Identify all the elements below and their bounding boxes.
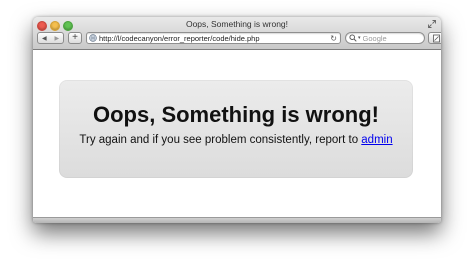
address-bar[interactable]: http://l/codecanyon/error_reporter/code/… [86, 32, 341, 44]
back-button[interactable]: ◀ [42, 35, 47, 42]
fullscreen-icon[interactable] [428, 20, 436, 28]
admin-link[interactable]: admin [361, 134, 392, 146]
error-heading: Oops, Something is wrong! [93, 102, 379, 127]
error-message-text: Try again and if you see problem consist… [79, 134, 362, 146]
status-bar [33, 217, 441, 223]
browser-toolbar: ◀ ▶ + http://l/codecanyon/error_reporter… [37, 32, 441, 46]
window-title: Oops, Something is wrong! [185, 19, 289, 29]
page-menu-button[interactable] [428, 32, 441, 44]
search-input[interactable] [362, 33, 418, 43]
browser-chrome: Oops, Something is wrong! ◀ ▶ + http://l… [33, 17, 441, 50]
page-icon [432, 34, 440, 42]
url-text[interactable]: http://l/codecanyon/error_reporter/code/… [99, 34, 330, 43]
search-dropdown-icon[interactable]: ▾ [358, 35, 361, 41]
magnifier-icon [349, 34, 357, 42]
search-field[interactable]: ▾ [345, 32, 425, 44]
forward-button[interactable]: ▶ [54, 35, 59, 42]
error-panel: Oops, Something is wrong! Try again and … [59, 80, 413, 178]
error-message: Try again and if you see problem consist… [59, 134, 413, 146]
page-content: Oops, Something is wrong! Try again and … [33, 50, 441, 218]
reload-icon[interactable]: ↻ [330, 34, 337, 43]
add-bookmark-button[interactable]: + [68, 32, 82, 44]
back-forward-group: ◀ ▶ [37, 32, 64, 44]
browser-window: Oops, Something is wrong! ◀ ▶ + http://l… [33, 17, 441, 223]
globe-icon [89, 34, 97, 42]
